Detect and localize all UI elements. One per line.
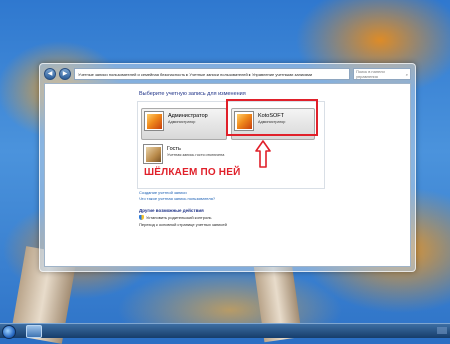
account-tile-administrator[interactable]: Администратор Администратор <box>141 108 227 140</box>
taskbar <box>0 323 450 339</box>
search-placeholder: Поиск в панели управления <box>356 69 385 79</box>
account-name: Администратор <box>168 113 208 119</box>
page-title: Выберите учетную запись для изменения <box>139 91 246 97</box>
parental-control-link[interactable]: Установить родительский контроль <box>139 215 212 220</box>
additional-actions-title: Другие возможные действия <box>139 208 204 213</box>
forward-arrow-icon[interactable]: ▶ <box>59 68 71 80</box>
main-accounts-page-label: Переход к основной странице учетных запи… <box>139 222 227 227</box>
parental-control-label: Установить родительский контроль <box>146 215 212 220</box>
search-icon: ⌕ <box>405 71 408 77</box>
account-role: Учетная запись гостя отключена <box>167 153 225 157</box>
what-is-account-link[interactable]: Что такое учетная запись пользователя? <box>139 196 215 201</box>
taskbar-window-button[interactable] <box>26 325 42 338</box>
create-account-link[interactable]: Создание учетной записи <box>139 190 187 195</box>
avatar <box>144 111 164 131</box>
address-bar: ◀ ▶ Учетные записи пользователей и семей… <box>44 68 411 80</box>
search-input[interactable]: Поиск в панели управления ⌕ <box>353 68 411 80</box>
breadcrumb-text: Учетные записи пользователей и семейная … <box>78 71 313 77</box>
account-role: Администратор <box>168 120 196 124</box>
back-arrow-icon[interactable]: ◀ <box>44 68 56 80</box>
account-name: Гость <box>167 146 181 152</box>
account-tile-guest[interactable]: Гость Учетная запись гостя отключена <box>141 142 235 168</box>
main-accounts-page-link[interactable]: Переход к основной странице учетных запи… <box>139 222 227 227</box>
shield-icon <box>139 215 144 220</box>
annotation-text: ШЁЛКАЕМ ПО НЕЙ <box>144 167 241 178</box>
up-arrow-icon <box>255 140 271 168</box>
tray-area <box>437 327 447 334</box>
highlight-frame <box>226 99 318 136</box>
breadcrumb[interactable]: Учетные записи пользователей и семейная … <box>74 68 350 80</box>
avatar <box>143 144 163 164</box>
